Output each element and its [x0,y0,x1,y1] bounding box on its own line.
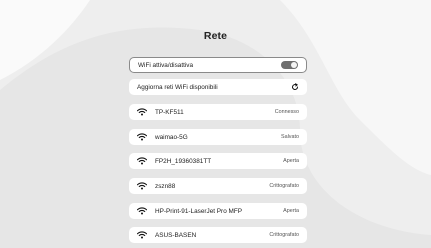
network-row-fp2h[interactable]: FP2H_19360381TT Aperta [129,153,307,169]
refresh-networks-row[interactable]: Aggiorna reti WiFi disponibili [129,79,307,95]
toggle-switch-icon[interactable] [281,61,298,69]
wifi-icon [137,108,147,116]
refresh-icon[interactable] [291,83,299,91]
network-status: Aperta [283,208,299,214]
network-status: Crittografato [269,232,299,238]
wifi-toggle-row[interactable]: WiFi attiva/disattiva [129,57,307,73]
toggle-knob [291,62,297,68]
network-status: Aperta [283,158,299,164]
wifi-icon [137,133,147,141]
network-settings-screen: Rete WiFi attiva/disattiva Aggiorna reti… [0,0,431,248]
network-row-tp-kf511[interactable]: TP-KF511 Connesso [129,104,307,120]
wifi-icon [137,207,147,215]
wifi-icon [137,157,147,165]
network-ssid: waimao-5G [155,133,188,141]
network-status: Crittografato [269,183,299,189]
network-status: Connesso [274,109,299,115]
wifi-icon [137,231,147,239]
network-row-waimao-5g[interactable]: waimao-5G Salvato [129,129,307,145]
network-ssid: zszn88 [155,182,176,190]
refresh-networks-label: Aggiorna reti WiFi disponibili [137,83,218,91]
network-row-zszn88[interactable]: zszn88 Crittografato [129,178,307,194]
wifi-icon [137,182,147,190]
network-ssid: FP2H_19360381TT [155,157,212,165]
network-ssid: HP-Print-91-LaserJet Pro MFP [155,207,243,215]
network-status: Salvato [281,134,299,140]
wifi-toggle-label: WiFi attiva/disattiva [138,61,194,69]
network-row-hp-print[interactable]: HP-Print-91-LaserJet Pro MFP Aperta [129,203,307,219]
network-ssid: TP-KF511 [155,108,184,116]
network-ssid: ASUS-BASEN [155,231,197,239]
network-row-asus-basen[interactable]: ASUS-BASEN Crittografato [129,227,307,243]
page-title: Rete [203,30,228,42]
